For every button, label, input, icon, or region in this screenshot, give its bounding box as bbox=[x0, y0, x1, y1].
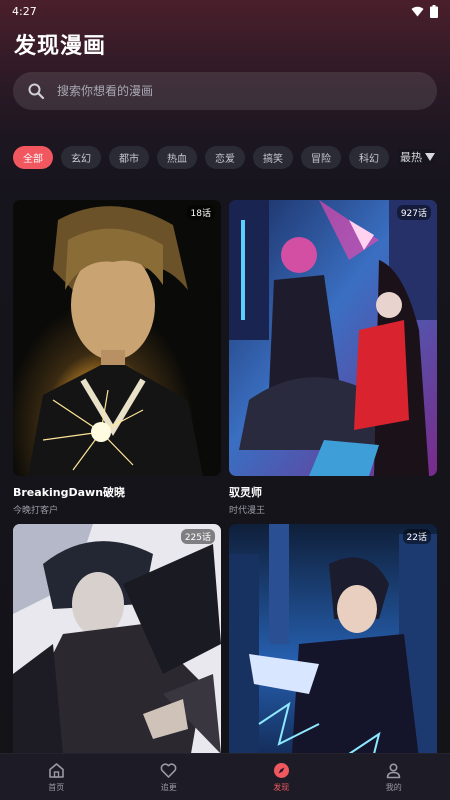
comic-card[interactable]: 927话 驭灵师 时代漫王 bbox=[229, 200, 437, 516]
episode-count-badge: 18话 bbox=[186, 205, 215, 220]
comic-card[interactable]: 18话 BreakingDawn破晓 今晚打客户 bbox=[13, 200, 221, 516]
sort-button[interactable]: 最热 bbox=[398, 149, 435, 165]
chip-action[interactable]: 热血 bbox=[157, 145, 197, 169]
caret-down-icon bbox=[425, 153, 435, 161]
comic-author: 时代漫王 bbox=[229, 506, 266, 516]
comic-cover[interactable]: 18话 bbox=[13, 200, 221, 476]
chip-comedy[interactable]: 搞笑 bbox=[253, 145, 293, 169]
sort-label: 最热 bbox=[400, 151, 422, 164]
chip-romance[interactable]: 恋爱 bbox=[205, 145, 245, 169]
episode-count-badge: 225话 bbox=[180, 529, 215, 544]
nav-me-label: 我的 bbox=[385, 782, 402, 792]
home-icon bbox=[48, 762, 64, 778]
search-bar[interactable] bbox=[13, 72, 437, 110]
cover-art bbox=[229, 200, 437, 476]
chip-adventure[interactable]: 冒险 bbox=[301, 145, 341, 169]
nav-discover[interactable]: 发现 bbox=[241, 762, 321, 793]
status-time: 4:27 bbox=[12, 4, 37, 18]
compass-icon bbox=[273, 762, 289, 778]
comic-title: 驭灵师 bbox=[229, 486, 262, 499]
search-icon bbox=[28, 83, 45, 100]
page-title: 发现漫画 bbox=[14, 34, 107, 59]
chip-all[interactable]: 全部 bbox=[13, 145, 53, 169]
comic-author: 今晚打客户 bbox=[13, 506, 59, 516]
cover-art bbox=[13, 200, 221, 476]
bottom-nav: 首页 追更 发现 我的 bbox=[0, 753, 450, 800]
chip-scifi[interactable]: 科幻 bbox=[349, 145, 389, 169]
chip-fantasy[interactable]: 玄幻 bbox=[61, 145, 101, 169]
episode-count-badge: 927话 bbox=[396, 205, 431, 220]
chip-urban[interactable]: 都市 bbox=[109, 145, 149, 169]
episode-count-badge: 22话 bbox=[402, 529, 431, 544]
category-chips: 全部 玄幻 都市 热血 恋爱 搞笑 冒险 科幻 bbox=[13, 145, 450, 169]
heart-icon bbox=[160, 762, 177, 778]
comic-cover[interactable]: 927话 bbox=[229, 200, 437, 476]
nav-home-label: 首页 bbox=[48, 782, 65, 792]
nav-follow-label: 追更 bbox=[160, 782, 177, 792]
nav-discover-label: 发现 bbox=[273, 782, 290, 792]
battery-icon bbox=[430, 4, 438, 18]
comic-title: BreakingDawn破晓 bbox=[13, 486, 126, 499]
nav-me[interactable]: 我的 bbox=[354, 762, 434, 793]
nav-home[interactable]: 首页 bbox=[16, 762, 96, 793]
nav-follow[interactable]: 追更 bbox=[129, 762, 209, 793]
user-icon bbox=[386, 762, 401, 778]
search-input[interactable] bbox=[57, 84, 397, 98]
wifi-icon bbox=[411, 6, 424, 16]
status-icons bbox=[411, 4, 438, 18]
status-bar: 4:27 bbox=[0, 0, 450, 22]
